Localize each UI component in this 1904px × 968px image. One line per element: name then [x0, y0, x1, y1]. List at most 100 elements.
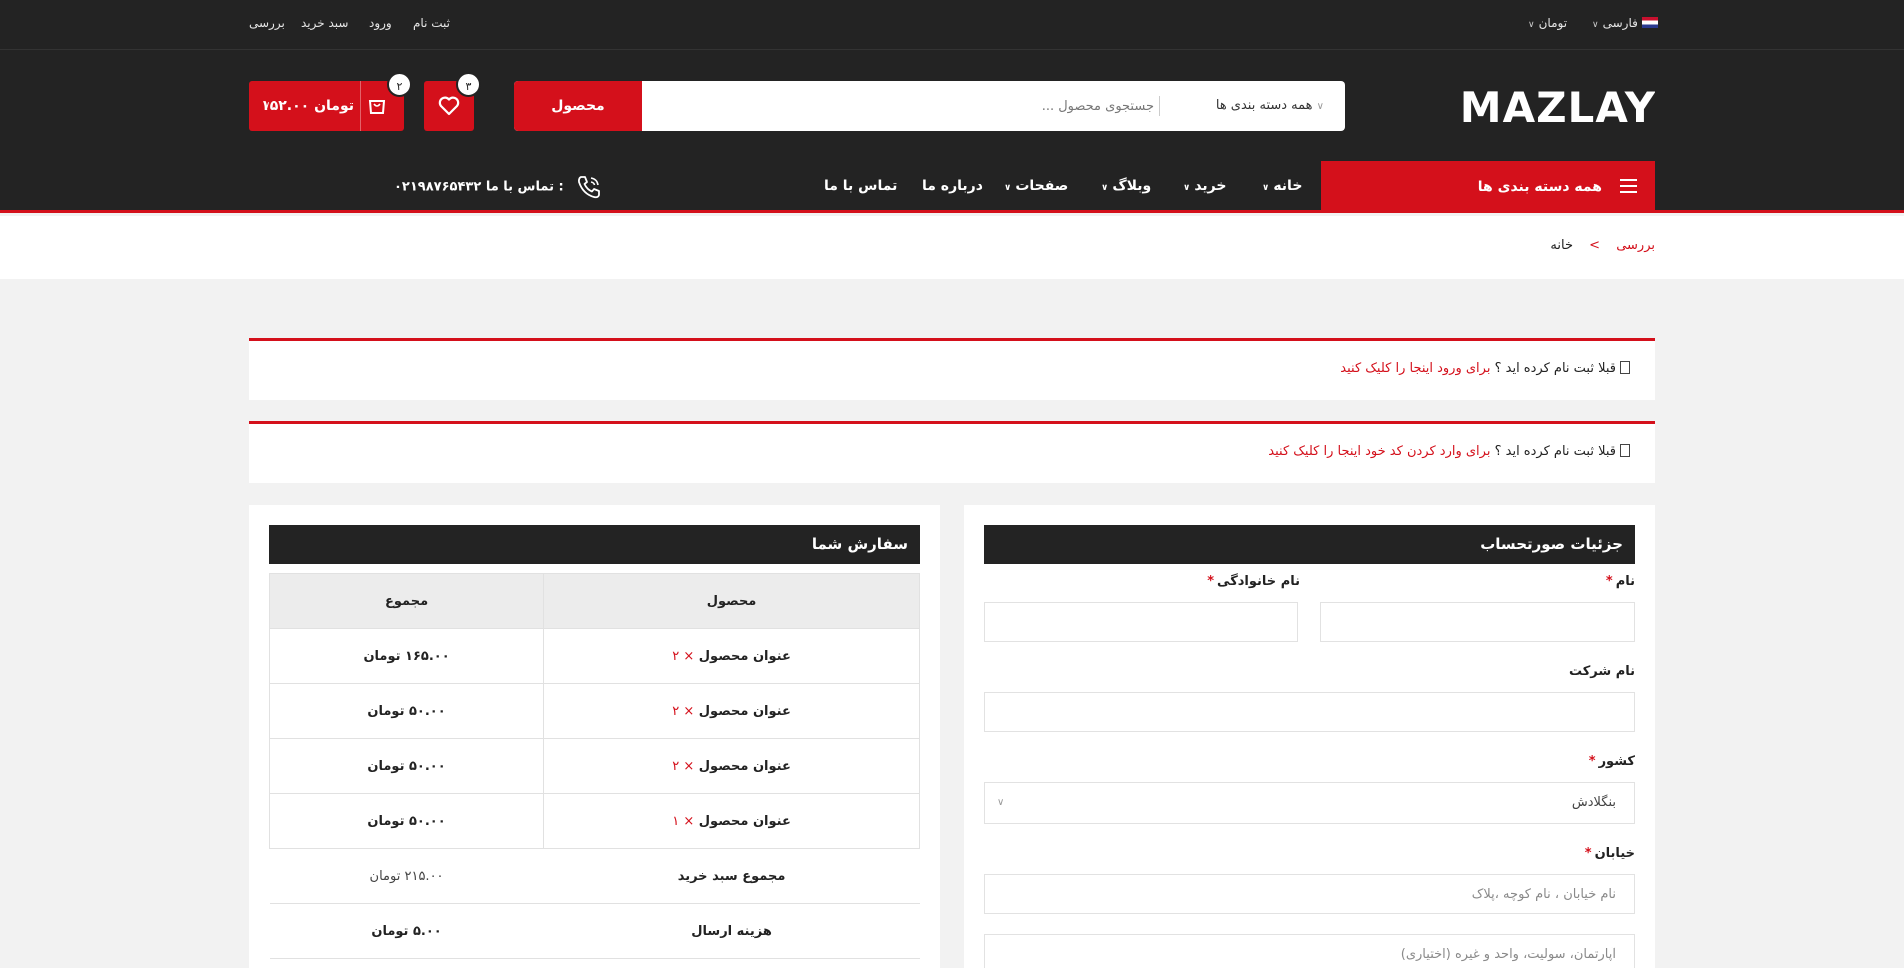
coupon-notice: قبلا ثبت نام کرده اید ؟ برای وارد کردن ک…	[249, 421, 1655, 483]
chevron-down-icon: ∨	[1004, 183, 1012, 193]
coupon-link[interactable]: برای وارد کردن کد خود اینجا را کلیک کنید	[1268, 444, 1490, 459]
breadcrumb-current: بررسی	[1616, 238, 1655, 253]
breadcrumb-bar: بررسی > خانه	[0, 216, 1904, 279]
category-select[interactable]: ∨ همه دسته بندی ها	[1174, 81, 1334, 131]
last-name-input[interactable]	[984, 602, 1298, 642]
phone-contact: ۰۲۱۹۸۷۶۵۴۳۲ تماس با ما :	[394, 174, 602, 200]
breadcrumb-home[interactable]: خانه	[1550, 238, 1573, 253]
wishlist-button[interactable]: ۳	[424, 72, 481, 131]
header: MAZLAY محصول ∨ همه دسته بندی ها ۳ ∨ ۱۵۲.…	[0, 50, 1904, 161]
subtotal-row: مجموع سبد خرید ۲۱۵.۰۰ تومان	[269, 848, 920, 904]
breadcrumb-separator: >	[1589, 238, 1601, 253]
phone-number: ۰۲۱۹۸۷۶۵۴۳۲	[394, 179, 482, 195]
product-cell: عنوان محصول × ۲	[543, 738, 920, 794]
total-cell: ۵۰.۰۰ تومان	[268, 793, 545, 849]
all-categories-button[interactable]: همه دسته بندی ها	[1321, 161, 1655, 213]
shipping-value: ۵.۰۰ تومان	[269, 903, 544, 959]
language-label: فارسی	[1602, 16, 1638, 30]
subtotal-label: مجموع سبد خرید	[543, 848, 920, 904]
login-link[interactable]: برای ورود اینجا را کلیک کنید	[1340, 361, 1490, 376]
table-row: عنوان محصول × ۱ ۵۰.۰۰ تومان	[268, 793, 920, 849]
login-link[interactable]: ورود	[369, 16, 392, 30]
nav-item-contact[interactable]: تماس با ما	[824, 161, 897, 211]
document-icon	[1620, 361, 1630, 374]
nav-item-about[interactable]: درباره ما	[922, 161, 983, 211]
company-input[interactable]	[984, 692, 1635, 732]
nav-item-label: خانه	[1273, 178, 1303, 194]
apartment-input[interactable]	[984, 934, 1635, 968]
breadcrumb: بررسی > خانه	[1550, 238, 1655, 253]
nav-item-pages[interactable]: ∨ صفحات	[1004, 161, 1068, 213]
table-row: عنوان محصول × ۲ ۵۰.۰۰ تومان	[268, 683, 920, 739]
wishlist-count-badge: ۳	[456, 72, 481, 97]
table-header-row: محصول مجموع	[268, 573, 920, 629]
billing-title: جزئیات صورتحساب	[984, 525, 1635, 564]
shipping-label: هزینه ارسال	[543, 903, 920, 959]
nav-item-label: خرید	[1194, 178, 1227, 194]
chevron-down-icon: ∨	[1316, 101, 1324, 112]
nav-item-home[interactable]: ∨ خانه	[1262, 161, 1302, 213]
flag-icon	[1641, 17, 1658, 28]
order-panel: سفارش شما محصول مجموع عنوان محصول × ۲ ۱۶…	[249, 505, 940, 968]
total-cell: ۵۰.۰۰ تومان	[268, 738, 545, 794]
search-input[interactable]	[654, 81, 1154, 131]
nav-item-label: وبلاگ	[1112, 178, 1152, 194]
site-logo[interactable]: MAZLAY	[1462, 84, 1655, 128]
notice-text: قبلا ثبت نام کرده اید ؟	[1494, 361, 1616, 376]
column-header-total: مجموع	[268, 573, 545, 629]
cart-link[interactable]: سبد خرید	[301, 16, 348, 30]
phone-icon	[578, 176, 601, 199]
menu-icon	[1620, 179, 1637, 193]
chevron-down-icon: ∨	[1262, 183, 1270, 193]
register-link[interactable]: ثبت نام	[413, 16, 450, 30]
cart-button[interactable]: ∨ ۱۵۲.۰۰ تومان ۲	[249, 72, 412, 131]
country-value: بنگلادش	[1571, 795, 1616, 810]
product-cell: عنوان محصول × ۲	[543, 628, 920, 684]
document-icon	[1620, 444, 1630, 457]
chevron-down-icon: ∨	[1528, 20, 1535, 30]
street-label: * خیابان	[1584, 846, 1635, 861]
product-cell: عنوان محصول × ۱	[543, 793, 920, 849]
chevron-down-icon: ∨	[1183, 183, 1191, 193]
total-cell: ۱۶۵.۰۰ تومان	[268, 628, 545, 684]
search-box: محصول ∨ همه دسته بندی ها	[514, 81, 1345, 131]
table-row: عنوان محصول × ۲ ۵۰.۰۰ تومان	[268, 738, 920, 794]
divider	[1159, 96, 1160, 116]
currency-label: تومان	[1538, 16, 1568, 30]
order-title: سفارش شما	[269, 525, 920, 564]
search-button[interactable]: محصول	[514, 81, 642, 131]
street-input[interactable]	[984, 874, 1635, 914]
divider	[360, 81, 361, 131]
nav-item-shop[interactable]: ∨ خرید	[1183, 161, 1226, 213]
billing-panel: جزئیات صورتحساب * نام * نام خانوادگی نام ش…	[964, 505, 1655, 968]
cart-total: ۱۵۲.۰۰ تومان	[261, 98, 354, 114]
subtotal-value: ۲۱۵.۰۰ تومان	[269, 848, 544, 904]
total-cell: ۵۰.۰۰ تومان	[268, 683, 545, 739]
login-notice: قبلا ثبت نام کرده اید ؟ برای ورود اینجا …	[249, 338, 1655, 400]
notice-text: قبلا ثبت نام کرده اید ؟	[1494, 444, 1616, 459]
country-label: * کشور	[1588, 754, 1635, 769]
language-selector[interactable]: ∨ فارسی	[1592, 16, 1658, 30]
svg-text:MAZLAY: MAZLAY	[1462, 84, 1655, 128]
category-select-label: همه دسته بندی ها	[1215, 98, 1313, 113]
cart-count-badge: ۲	[387, 72, 412, 97]
chevron-down-icon: ∨	[997, 797, 1005, 808]
shipping-row: هزینه ارسال ۵.۰۰ تومان	[269, 903, 920, 959]
table-row: عنوان محصول × ۲ ۱۶۵.۰۰ تومان	[268, 628, 920, 684]
company-label: نام شرکت	[1568, 664, 1635, 679]
order-table: محصول مجموع عنوان محصول × ۲ ۱۶۵.۰۰ تومان…	[268, 573, 920, 959]
product-cell: عنوان محصول × ۲	[543, 683, 920, 739]
first-name-label: * نام	[1605, 574, 1635, 589]
checkout-link[interactable]: بررسی	[249, 16, 285, 30]
main-nav: همه دسته بندی ها ∨ خانه ∨ خرید ∨ وبلاگ ∨ صفح…	[0, 161, 1904, 213]
first-name-input[interactable]	[1320, 602, 1635, 642]
currency-selector[interactable]: ∨ تومان	[1528, 16, 1567, 30]
chevron-down-icon: ∨	[1101, 183, 1109, 193]
last-name-label: * نام خانوادگی	[1207, 574, 1300, 589]
page: ∨ تومان ∨ فارسی ثبت نام ورود سبد خرید بررس…	[0, 0, 1904, 968]
nav-item-blog[interactable]: ∨ وبلاگ	[1101, 161, 1151, 213]
phone-label: تماس با ما :	[485, 179, 564, 195]
chevron-down-icon: ∨	[1592, 20, 1599, 30]
country-select[interactable]: بنگلادش ∨	[984, 782, 1635, 824]
shopping-bag-icon	[368, 100, 386, 114]
